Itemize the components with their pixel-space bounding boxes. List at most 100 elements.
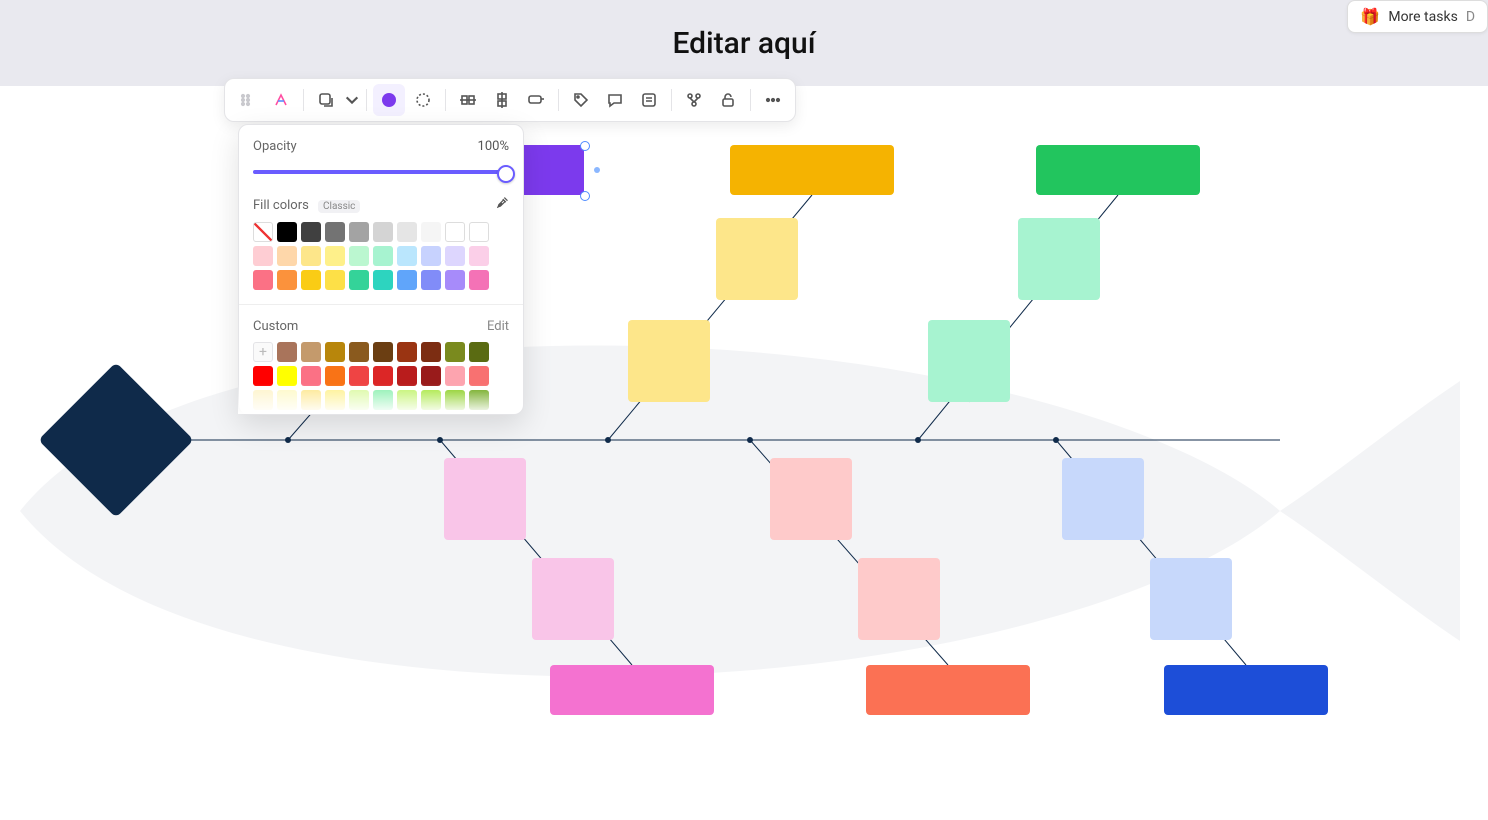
border-style-button[interactable] bbox=[407, 84, 439, 116]
cause-shape[interactable] bbox=[1150, 558, 1232, 640]
color-swatch[interactable] bbox=[301, 222, 321, 242]
cause-shape[interactable] bbox=[716, 218, 798, 300]
color-swatch[interactable] bbox=[469, 390, 489, 410]
custom-edit-link[interactable]: Edit bbox=[487, 319, 509, 334]
cause-shape[interactable] bbox=[928, 320, 1010, 402]
add-color-button[interactable]: + bbox=[253, 342, 273, 362]
color-swatch[interactable] bbox=[397, 246, 417, 266]
category-shape[interactable] bbox=[1036, 145, 1200, 195]
color-swatch[interactable] bbox=[277, 246, 297, 266]
color-swatch[interactable] bbox=[301, 342, 321, 362]
tag-icon[interactable] bbox=[565, 84, 597, 116]
drag-handle-icon[interactable] bbox=[231, 84, 263, 116]
color-swatch[interactable] bbox=[421, 222, 441, 242]
color-swatch[interactable] bbox=[373, 390, 393, 410]
color-swatch[interactable] bbox=[469, 366, 489, 386]
color-swatch[interactable] bbox=[253, 390, 273, 410]
color-swatch[interactable] bbox=[397, 222, 417, 242]
cause-shape[interactable] bbox=[858, 558, 940, 640]
color-swatch[interactable] bbox=[421, 342, 441, 362]
color-swatch[interactable] bbox=[469, 270, 489, 290]
color-swatch[interactable] bbox=[301, 366, 321, 386]
cause-shape[interactable] bbox=[1018, 218, 1100, 300]
color-swatch[interactable] bbox=[301, 246, 321, 266]
fill-style-chip[interactable]: Classic bbox=[318, 200, 360, 213]
eyedropper-icon[interactable] bbox=[495, 196, 509, 214]
color-swatch[interactable] bbox=[373, 222, 393, 242]
color-swatch[interactable] bbox=[421, 390, 441, 410]
color-swatch[interactable] bbox=[277, 390, 297, 410]
color-swatch[interactable] bbox=[445, 342, 465, 362]
color-swatch[interactable] bbox=[445, 222, 465, 242]
color-swatch[interactable] bbox=[445, 270, 465, 290]
color-swatch[interactable] bbox=[421, 366, 441, 386]
color-swatch[interactable] bbox=[421, 246, 441, 266]
color-swatch[interactable] bbox=[325, 270, 345, 290]
color-swatch[interactable] bbox=[349, 270, 369, 290]
cause-shape[interactable] bbox=[532, 558, 614, 640]
label-icon[interactable] bbox=[520, 84, 552, 116]
align-vertical-icon[interactable] bbox=[486, 84, 518, 116]
color-swatch[interactable] bbox=[421, 270, 441, 290]
color-swatch[interactable] bbox=[445, 366, 465, 386]
color-swatch[interactable] bbox=[277, 270, 297, 290]
color-swatch[interactable] bbox=[469, 342, 489, 362]
color-swatch[interactable] bbox=[397, 342, 417, 362]
color-swatch[interactable] bbox=[373, 342, 393, 362]
link-icon[interactable] bbox=[678, 84, 710, 116]
selection-handle[interactable] bbox=[580, 141, 590, 151]
color-swatch[interactable] bbox=[325, 222, 345, 242]
note-icon[interactable] bbox=[633, 84, 665, 116]
selection-handle[interactable] bbox=[580, 191, 590, 201]
color-swatch[interactable] bbox=[349, 366, 369, 386]
category-shape[interactable] bbox=[550, 665, 714, 715]
category-shape[interactable] bbox=[866, 665, 1030, 715]
ai-icon[interactable] bbox=[265, 84, 297, 116]
opacity-slider[interactable] bbox=[253, 164, 509, 180]
color-swatch[interactable] bbox=[325, 390, 345, 410]
cause-shape[interactable] bbox=[770, 458, 852, 540]
color-swatch[interactable] bbox=[397, 366, 417, 386]
diagram-canvas[interactable] bbox=[0, 86, 1488, 820]
color-swatch[interactable] bbox=[301, 270, 321, 290]
color-swatch[interactable] bbox=[445, 390, 465, 410]
color-swatch[interactable] bbox=[349, 246, 369, 266]
selection-side-handle[interactable] bbox=[594, 167, 600, 173]
shape-type-button[interactable] bbox=[310, 84, 342, 116]
color-swatch[interactable] bbox=[253, 366, 273, 386]
more-icon[interactable] bbox=[757, 84, 789, 116]
color-swatch[interactable] bbox=[445, 246, 465, 266]
color-swatch[interactable] bbox=[253, 222, 273, 242]
cause-shape[interactable] bbox=[444, 458, 526, 540]
color-swatch[interactable] bbox=[373, 270, 393, 290]
cause-shape[interactable] bbox=[1062, 458, 1144, 540]
category-shape[interactable] bbox=[730, 145, 894, 195]
align-horizontal-icon[interactable] bbox=[452, 84, 484, 116]
fill-color-button[interactable] bbox=[373, 84, 405, 116]
color-swatch[interactable] bbox=[373, 246, 393, 266]
color-swatch[interactable] bbox=[325, 366, 345, 386]
color-swatch[interactable] bbox=[349, 390, 369, 410]
color-swatch[interactable] bbox=[397, 390, 417, 410]
comment-icon[interactable] bbox=[599, 84, 631, 116]
color-swatch[interactable] bbox=[277, 366, 297, 386]
more-tasks-pill[interactable]: 🎁 More tasks D bbox=[1347, 0, 1488, 33]
color-swatch[interactable] bbox=[253, 270, 273, 290]
color-swatch[interactable] bbox=[325, 342, 345, 362]
color-swatch[interactable] bbox=[277, 222, 297, 242]
color-swatch[interactable] bbox=[301, 390, 321, 410]
shape-type-chevron-icon[interactable] bbox=[344, 84, 360, 116]
color-swatch[interactable] bbox=[349, 342, 369, 362]
color-swatch[interactable] bbox=[349, 222, 369, 242]
color-swatch[interactable] bbox=[469, 246, 489, 266]
color-swatch[interactable] bbox=[397, 270, 417, 290]
color-swatch[interactable] bbox=[469, 222, 489, 242]
category-shape[interactable] bbox=[1164, 665, 1328, 715]
color-swatch[interactable] bbox=[325, 246, 345, 266]
color-swatch[interactable] bbox=[253, 246, 273, 266]
color-swatch[interactable] bbox=[277, 342, 297, 362]
lock-icon[interactable] bbox=[712, 84, 744, 116]
page-title[interactable]: Editar aquí bbox=[672, 26, 815, 61]
color-swatch[interactable] bbox=[373, 366, 393, 386]
cause-shape[interactable] bbox=[628, 320, 710, 402]
